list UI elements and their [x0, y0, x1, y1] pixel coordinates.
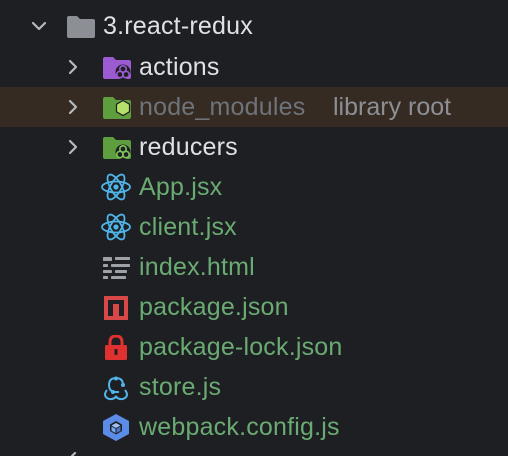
redux-folder-icon [103, 137, 131, 160]
file-label: package.json [139, 293, 289, 321]
tree-row-index-html[interactable]: index.html [0, 247, 508, 287]
file-label: webpack.config.js [139, 413, 340, 441]
folder-label: actions [139, 53, 220, 81]
tree-row-actions[interactable]: actions [0, 47, 508, 87]
chevron-down-icon[interactable] [30, 17, 48, 35]
npm-icon [104, 296, 128, 320]
redux-folder-icon [103, 57, 131, 80]
file-label: client.jsx [139, 213, 237, 241]
file-label: package-lock.json [139, 333, 343, 361]
tree-row-webpack-config-js[interactable]: webpack.config.js [0, 407, 508, 447]
project-tree: 3.react-redux actions node_modules libra… [0, 0, 508, 456]
chevron-right-icon[interactable] [64, 448, 84, 456]
tree-row-package-lock-json[interactable]: package-lock.json [0, 327, 508, 367]
lock-icon [105, 335, 127, 360]
tree-row-root[interactable]: 3.react-redux [0, 6, 508, 46]
tree-row-node-modules[interactable]: node_modules library root [0, 87, 508, 127]
react-icon [101, 213, 131, 241]
chevron-right-icon[interactable] [64, 58, 82, 76]
tree-row-package-json[interactable]: package.json [0, 287, 508, 327]
react-icon [101, 173, 131, 201]
tree-row-store-js[interactable]: store.js [0, 367, 508, 407]
folder-icon [67, 16, 95, 38]
html-icon [103, 257, 130, 279]
chevron-right-icon[interactable] [64, 98, 82, 116]
redux-icon [104, 376, 128, 401]
tree-row-app-jsx[interactable]: App.jsx [0, 167, 508, 207]
root-folder-label: 3.react-redux [103, 12, 253, 40]
node-modules-folder-icon [103, 97, 131, 119]
file-label: App.jsx [139, 173, 223, 201]
file-label: index.html [139, 253, 255, 281]
folder-label: reducers [139, 133, 238, 161]
tree-row-reducers[interactable]: reducers [0, 127, 508, 167]
file-label: store.js [139, 373, 222, 401]
library-root-suffix: library root [333, 93, 452, 121]
chevron-right-icon[interactable] [64, 138, 82, 156]
webpack-icon [103, 414, 129, 441]
folder-label: node_modules [139, 93, 306, 121]
tree-row-client-jsx[interactable]: client.jsx [0, 207, 508, 247]
